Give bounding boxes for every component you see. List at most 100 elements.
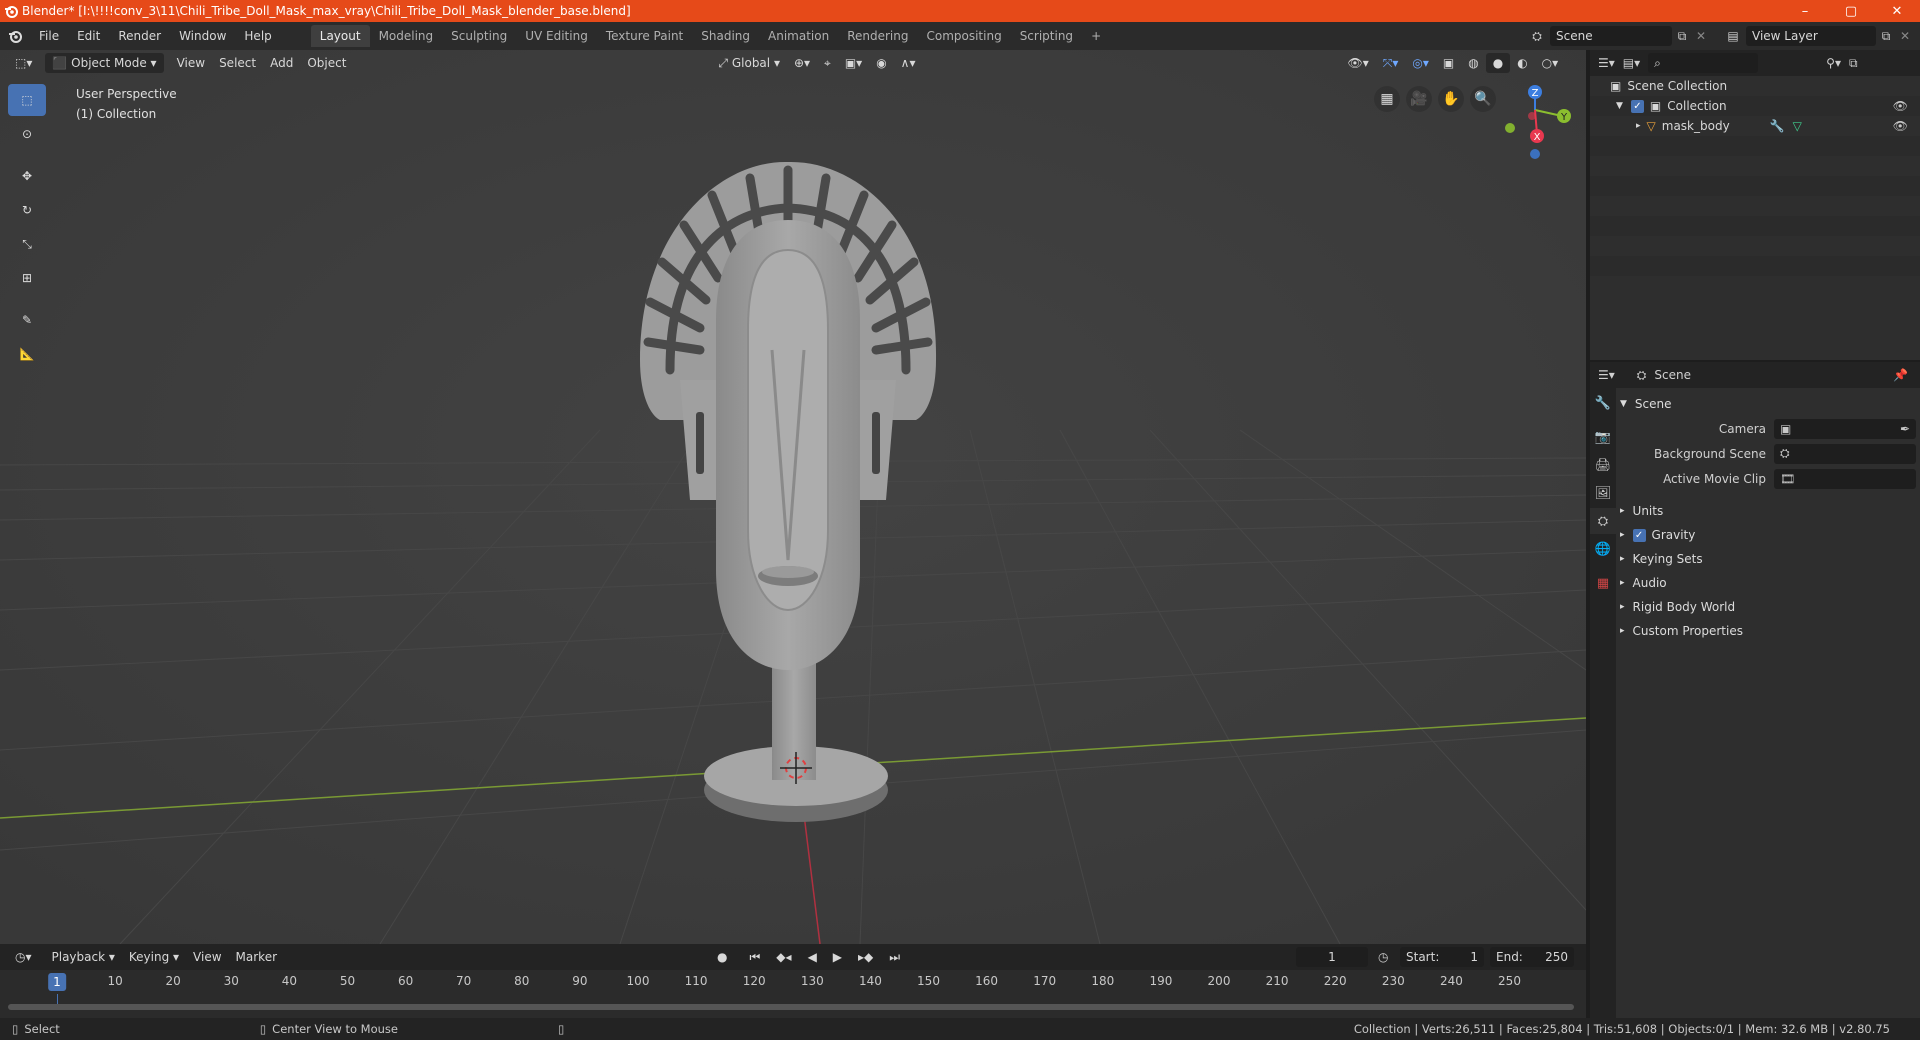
audio-section[interactable]: ▸ Audio	[1620, 571, 1916, 595]
playback-menu[interactable]: Playback ▾	[45, 947, 122, 967]
pin-icon[interactable]: 📌	[1893, 368, 1908, 382]
units-section[interactable]: ▸ Units	[1620, 499, 1916, 523]
outliner-row-scene-collection[interactable]: ▣ Scene Collection	[1590, 76, 1920, 96]
viewport-menu-select[interactable]: Select	[212, 53, 263, 73]
scene-section-header[interactable]: ▼ Scene	[1620, 392, 1916, 416]
background-scene-field[interactable]: ⛭	[1774, 443, 1916, 464]
measure-tool-icon[interactable]: 📐	[8, 338, 46, 370]
expand-object-icon[interactable]: ▸	[1636, 121, 1641, 131]
3d-viewport[interactable]: Z Y X ⬚▾ ⬛ Object Mode ▾ View Select Add…	[0, 50, 1586, 944]
jump-end-icon[interactable]: ⏭	[882, 947, 907, 967]
modifier-icon[interactable]: 🔧	[1770, 119, 1785, 133]
new-collection-icon[interactable]: ⧉	[1849, 56, 1858, 71]
viewport-menu-view[interactable]: View	[170, 53, 212, 73]
tab-scripting[interactable]: Scripting	[1011, 25, 1082, 47]
view-layer-properties-tab-icon[interactable]: 🖼	[1590, 480, 1616, 506]
gravity-checkbox[interactable]: ✓	[1632, 528, 1646, 542]
remove-scene-icon[interactable]: ✕	[1692, 29, 1710, 43]
mode-selector[interactable]: ⬛ Object Mode ▾	[45, 53, 164, 73]
camera-field[interactable]: ▣ ✒	[1774, 418, 1916, 439]
output-properties-tab-icon[interactable]: 🖨	[1590, 452, 1616, 478]
mesh-data-icon[interactable]: ▽	[1793, 119, 1802, 133]
tab-modeling[interactable]: Modeling	[370, 25, 443, 47]
outliner-row-mask-body[interactable]: ▸ ▽ mask_body 🔧 ▽ 👁	[1590, 116, 1920, 136]
viewport-menu-object[interactable]: Object	[300, 53, 353, 73]
annotate-tool-icon[interactable]: ✎	[8, 304, 46, 336]
scene-properties-tab-icon[interactable]: ⛭	[1590, 508, 1616, 534]
filter-icon[interactable]: ⚲▾	[1826, 56, 1841, 70]
wireframe-shading-icon[interactable]: ◍	[1461, 53, 1485, 73]
collection-visibility-icon[interactable]: 👁	[1893, 99, 1908, 113]
snap-target-icon[interactable]: ▣▾	[838, 53, 869, 73]
camera-view-icon[interactable]: 🎥	[1406, 86, 1432, 112]
pivot-icon[interactable]: ⊕▾	[787, 53, 817, 73]
menu-edit[interactable]: Edit	[68, 25, 109, 47]
menu-window[interactable]: Window	[170, 25, 235, 47]
timeline-scrollbar[interactable]	[8, 1004, 1574, 1010]
record-icon[interactable]: ●	[710, 947, 734, 967]
transform-tool-icon[interactable]: ⊞	[8, 262, 46, 294]
object-visibility-icon[interactable]: 👁	[1893, 119, 1908, 133]
viewport-menu-add[interactable]: Add	[263, 53, 300, 73]
custom-properties-section[interactable]: ▸ Custom Properties	[1620, 619, 1916, 643]
tab-texture-paint[interactable]: Texture Paint	[597, 25, 692, 47]
play-icon[interactable]: ▶	[826, 947, 849, 967]
maximize-button[interactable]: ▢	[1828, 0, 1874, 22]
jump-start-icon[interactable]: ⏮	[742, 947, 767, 967]
timeline-view-menu[interactable]: View	[186, 947, 228, 967]
orientation-selector[interactable]: ⤢ Global ▾	[711, 53, 787, 73]
remove-view-layer-icon[interactable]: ✕	[1896, 29, 1914, 43]
tab-uv-editing[interactable]: UV Editing	[516, 25, 597, 47]
tab-layout[interactable]: Layout	[310, 25, 370, 47]
overlays-icon[interactable]: ◎▾	[1405, 53, 1436, 73]
select-box-tool-icon[interactable]: ⬚	[8, 84, 46, 116]
tool-properties-tab-icon[interactable]: 🔧	[1590, 390, 1616, 416]
frame-ruler[interactable]: 1 10 20 30 40 50 60 70 80 90 100 110 120 130 140 150 16…	[0, 970, 1586, 994]
add-workspace-button[interactable]: +	[1082, 25, 1110, 47]
properties-editor-type-icon[interactable]: ☰▾	[1598, 368, 1615, 382]
play-reverse-icon[interactable]: ◀	[801, 947, 824, 967]
outliner-editor-type-icon[interactable]: ☰▾	[1598, 56, 1615, 70]
prev-keyframe-icon[interactable]: ◆◂	[769, 947, 798, 967]
scale-tool-icon[interactable]: ⤡	[8, 228, 46, 260]
display-mode-icon[interactable]: ▤▾	[1623, 56, 1640, 70]
minimize-button[interactable]: –	[1782, 0, 1828, 22]
xray-icon[interactable]: ▣	[1436, 53, 1461, 73]
world-properties-tab-icon[interactable]: 🌐	[1590, 536, 1616, 562]
texture-properties-tab-icon[interactable]: ▦	[1590, 570, 1616, 596]
material-shading-icon[interactable]: ◐	[1510, 53, 1534, 73]
outliner-search-input[interactable]: ⌕	[1648, 53, 1759, 73]
cursor-tool-icon[interactable]: ⊙	[8, 118, 46, 150]
move-tool-icon[interactable]: ✥	[8, 160, 46, 192]
menu-render[interactable]: Render	[109, 25, 170, 47]
editor-type-icon[interactable]: ⬚▾	[8, 53, 39, 73]
preview-range-icon[interactable]: ◷	[1378, 950, 1388, 964]
timeline-editor-type-icon[interactable]: ◷▾	[8, 947, 39, 967]
pan-view-icon[interactable]: ✋	[1438, 86, 1464, 112]
new-scene-icon[interactable]: ⧉	[1672, 29, 1692, 44]
rendered-shading-icon[interactable]: ○▾	[1535, 53, 1566, 73]
gizmo-icon[interactable]: ⤧▾	[1376, 53, 1406, 73]
current-frame-field[interactable]: 1	[1296, 947, 1368, 967]
expand-collection-icon[interactable]: ▼	[1616, 101, 1623, 111]
menu-help[interactable]: Help	[235, 25, 280, 47]
next-keyframe-icon[interactable]: ▸◆	[851, 947, 880, 967]
render-properties-tab-icon[interactable]: 📷	[1590, 424, 1616, 450]
proportional-edit-icon[interactable]: ◉	[869, 53, 893, 73]
start-frame-field[interactable]: Start: 1	[1400, 947, 1484, 967]
snap-icon[interactable]: ⌖	[817, 53, 838, 73]
outliner-row-collection[interactable]: ▼ ✓ ▣ Collection 👁	[1590, 96, 1920, 116]
rotate-tool-icon[interactable]: ↻	[8, 194, 46, 226]
blender-menu-icon[interactable]	[0, 28, 30, 44]
close-button[interactable]: ✕	[1874, 0, 1920, 22]
tab-compositing[interactable]: Compositing	[917, 25, 1010, 47]
end-frame-field[interactable]: End: 250	[1490, 947, 1574, 967]
gravity-section[interactable]: ▸ ✓ Gravity	[1620, 523, 1916, 547]
visibility-icon[interactable]: 👁▾	[1340, 53, 1375, 73]
view-layer-field[interactable]: View Layer	[1746, 26, 1876, 46]
tab-shading[interactable]: Shading	[692, 25, 759, 47]
keying-menu[interactable]: Keying ▾	[122, 947, 186, 967]
solid-shading-icon[interactable]: ●	[1485, 53, 1511, 73]
falloff-icon[interactable]: ∧▾	[894, 53, 923, 73]
menu-file[interactable]: File	[30, 25, 68, 47]
